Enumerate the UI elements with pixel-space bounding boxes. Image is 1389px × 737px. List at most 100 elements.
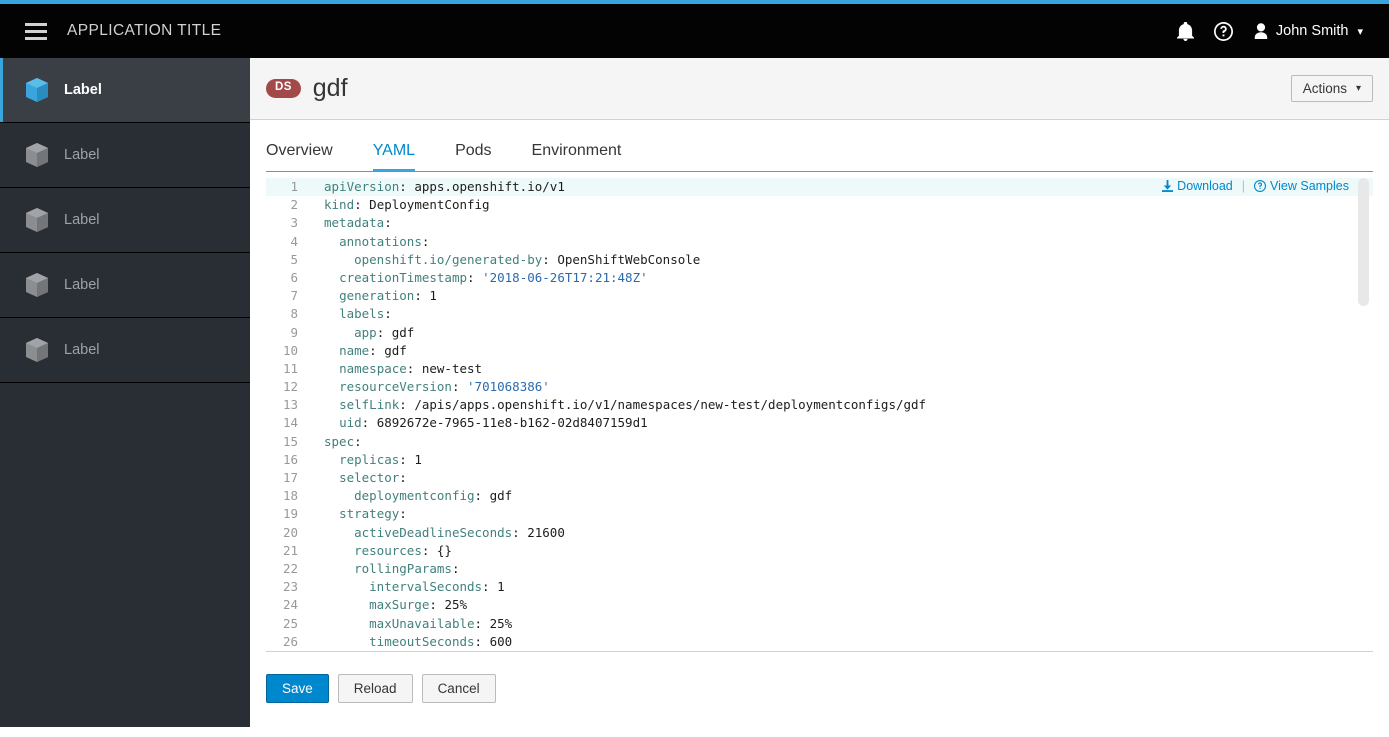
code-line-text: strategy: (339, 506, 407, 522)
line-number: 7 (290, 288, 298, 304)
sidebar-item-label: Label (64, 147, 100, 163)
code-line[interactable]: 5 openshift.io/generated-by: OpenShiftWe… (266, 251, 1373, 269)
view-samples-link[interactable]: View Samples (1254, 179, 1349, 193)
code-line[interactable]: 9 app: gdf (266, 324, 1373, 342)
code-line[interactable]: 14 uid: 6892672e-7965-11e8-b162-02d84071… (266, 414, 1373, 432)
sidebar-item-2[interactable]: Label (0, 188, 250, 253)
masthead-actions: John Smith ▾ (1167, 4, 1371, 58)
line-number: 10 (282, 342, 298, 358)
code-line-text: generation: 1 (339, 288, 437, 304)
actions-button[interactable]: Actions ▾ (1290, 75, 1373, 102)
code-line-text: name: gdf (339, 342, 407, 358)
cube-icon (24, 142, 50, 168)
code-line[interactable]: 24 maxSurge: 25% (266, 596, 1373, 614)
code-line[interactable]: 10 name: gdf (266, 342, 1373, 360)
user-menu[interactable]: John Smith ▾ (1243, 23, 1371, 39)
actions-button-label: Actions (1302, 81, 1347, 96)
code-line[interactable]: 8 labels: (266, 305, 1373, 323)
code-line-text: resourceVersion: '701068386' (339, 379, 550, 395)
tab-environment[interactable]: Environment (532, 142, 622, 171)
code-line[interactable]: 20 activeDeadlineSeconds: 21600 (266, 524, 1373, 542)
sidebar-item-label: Label (64, 82, 102, 98)
download-icon (1162, 180, 1174, 192)
code-line[interactable]: 22 rollingParams: (266, 560, 1373, 578)
code-line[interactable]: 11 namespace: new-test (266, 360, 1373, 378)
code-line-text: activeDeadlineSeconds: 21600 (354, 524, 565, 540)
code-line-text: app: gdf (354, 324, 415, 340)
yaml-editor[interactable]: Download | View Samples 1 apiVersion: app… (266, 172, 1373, 652)
bell-icon[interactable] (1167, 4, 1205, 58)
save-button[interactable]: Save (266, 674, 329, 703)
code-line-text: apiVersion: apps.openshift.io/v1 (324, 179, 565, 194)
cube-icon (24, 207, 50, 233)
code-line-text: namespace: new-test (339, 360, 483, 376)
line-number: 26 (282, 633, 298, 649)
code-line-text: timeoutSeconds: 600 (369, 633, 513, 649)
code-line[interactable]: 4 annotations: (266, 233, 1373, 251)
sidebar-item-0[interactable]: Label (0, 58, 250, 123)
code-line[interactable]: 16 replicas: 1 (266, 451, 1373, 469)
cube-icon (24, 77, 50, 103)
line-number: 11 (282, 360, 298, 376)
reload-button[interactable]: Reload (337, 674, 413, 703)
sidebar-item-label: Label (64, 277, 100, 293)
chevron-down-icon: ▾ (1357, 25, 1363, 38)
line-number: 1 (290, 179, 298, 194)
line-number: 21 (282, 542, 298, 558)
cube-icon (24, 337, 50, 363)
code-line[interactable]: 23 intervalSeconds: 1 (266, 578, 1373, 596)
code-line-text: selector: (339, 470, 407, 485)
code-line-text: kind: DeploymentConfig (324, 197, 490, 213)
code-line[interactable]: 12 resourceVersion: '701068386' (266, 378, 1373, 396)
code-line[interactable]: 15 spec: (266, 433, 1373, 451)
code-line-text: selfLink: /apis/apps.openshift.io/v1/nam… (339, 397, 927, 413)
code-line[interactable]: 21 resources: {} (266, 542, 1373, 560)
line-number: 23 (282, 579, 298, 595)
tab-yaml[interactable]: YAML (372, 142, 416, 172)
editor-scrollbar[interactable] (1358, 174, 1369, 649)
page-header: DS gdf Actions ▾ (250, 58, 1389, 120)
line-number: 15 (282, 433, 298, 449)
line-number: 19 (282, 506, 298, 522)
sidebar-item-label: Label (64, 342, 100, 358)
download-link[interactable]: Download (1162, 179, 1233, 193)
sidebar-item-3[interactable]: Label (0, 253, 250, 318)
line-number: 2 (290, 197, 298, 213)
code-line-text: replicas: 1 (339, 451, 422, 467)
code-line[interactable]: 26 timeoutSeconds: 600 (266, 633, 1373, 651)
resource-type-badge: DS (266, 79, 301, 98)
code-line-text: maxUnavailable: 25% (369, 615, 513, 631)
code-line-text: openshift.io/generated-by: OpenShiftWebC… (354, 251, 701, 267)
sidebar-item-4[interactable]: Label (0, 318, 250, 383)
code-line-text: metadata: (324, 215, 392, 231)
code-line[interactable]: 6 creationTimestamp: '2018-06-26T17:21:4… (266, 269, 1373, 287)
user-avatar-icon (1254, 23, 1268, 39)
tab-pods[interactable]: Pods (455, 142, 491, 171)
sidebar: Label Label Label Label Label (0, 58, 250, 727)
code-line[interactable]: 19 strategy: (266, 505, 1373, 523)
code-content[interactable]: 1 apiVersion: apps.openshift.io/v1 2 kind: … (266, 172, 1373, 651)
line-number: 22 (282, 560, 298, 576)
code-line[interactable]: 25 maxUnavailable: 25% (266, 615, 1373, 633)
sidebar-item-1[interactable]: Label (0, 123, 250, 188)
code-line[interactable]: 3 metadata: (266, 214, 1373, 232)
app-title: APPLICATION TITLE (67, 22, 222, 39)
link-separator: | (1241, 179, 1246, 193)
code-line[interactable]: 2 kind: DeploymentConfig (266, 196, 1373, 214)
help-circle-icon[interactable] (1205, 4, 1243, 58)
editor-scrollbar-thumb[interactable] (1358, 178, 1369, 306)
code-line-text: maxSurge: 25% (369, 597, 468, 613)
line-number: 25 (282, 615, 298, 631)
cancel-button[interactable]: Cancel (421, 674, 496, 703)
line-number: 14 (282, 415, 298, 431)
tab-overview[interactable]: Overview (266, 142, 333, 171)
sidebar-item-label: Label (64, 212, 100, 228)
editor-links: Download | View Samples (1162, 179, 1349, 193)
code-line[interactable]: 18 deploymentconfig: gdf (266, 487, 1373, 505)
line-number: 4 (290, 233, 298, 249)
hamburger-icon[interactable] (25, 22, 47, 40)
masthead: APPLICATION TITLE John Smith ▾ (0, 4, 1389, 58)
code-line[interactable]: 7 generation: 1 (266, 287, 1373, 305)
code-line[interactable]: 17 selector: (266, 469, 1373, 487)
code-line[interactable]: 13 selfLink: /apis/apps.openshift.io/v1/… (266, 396, 1373, 414)
